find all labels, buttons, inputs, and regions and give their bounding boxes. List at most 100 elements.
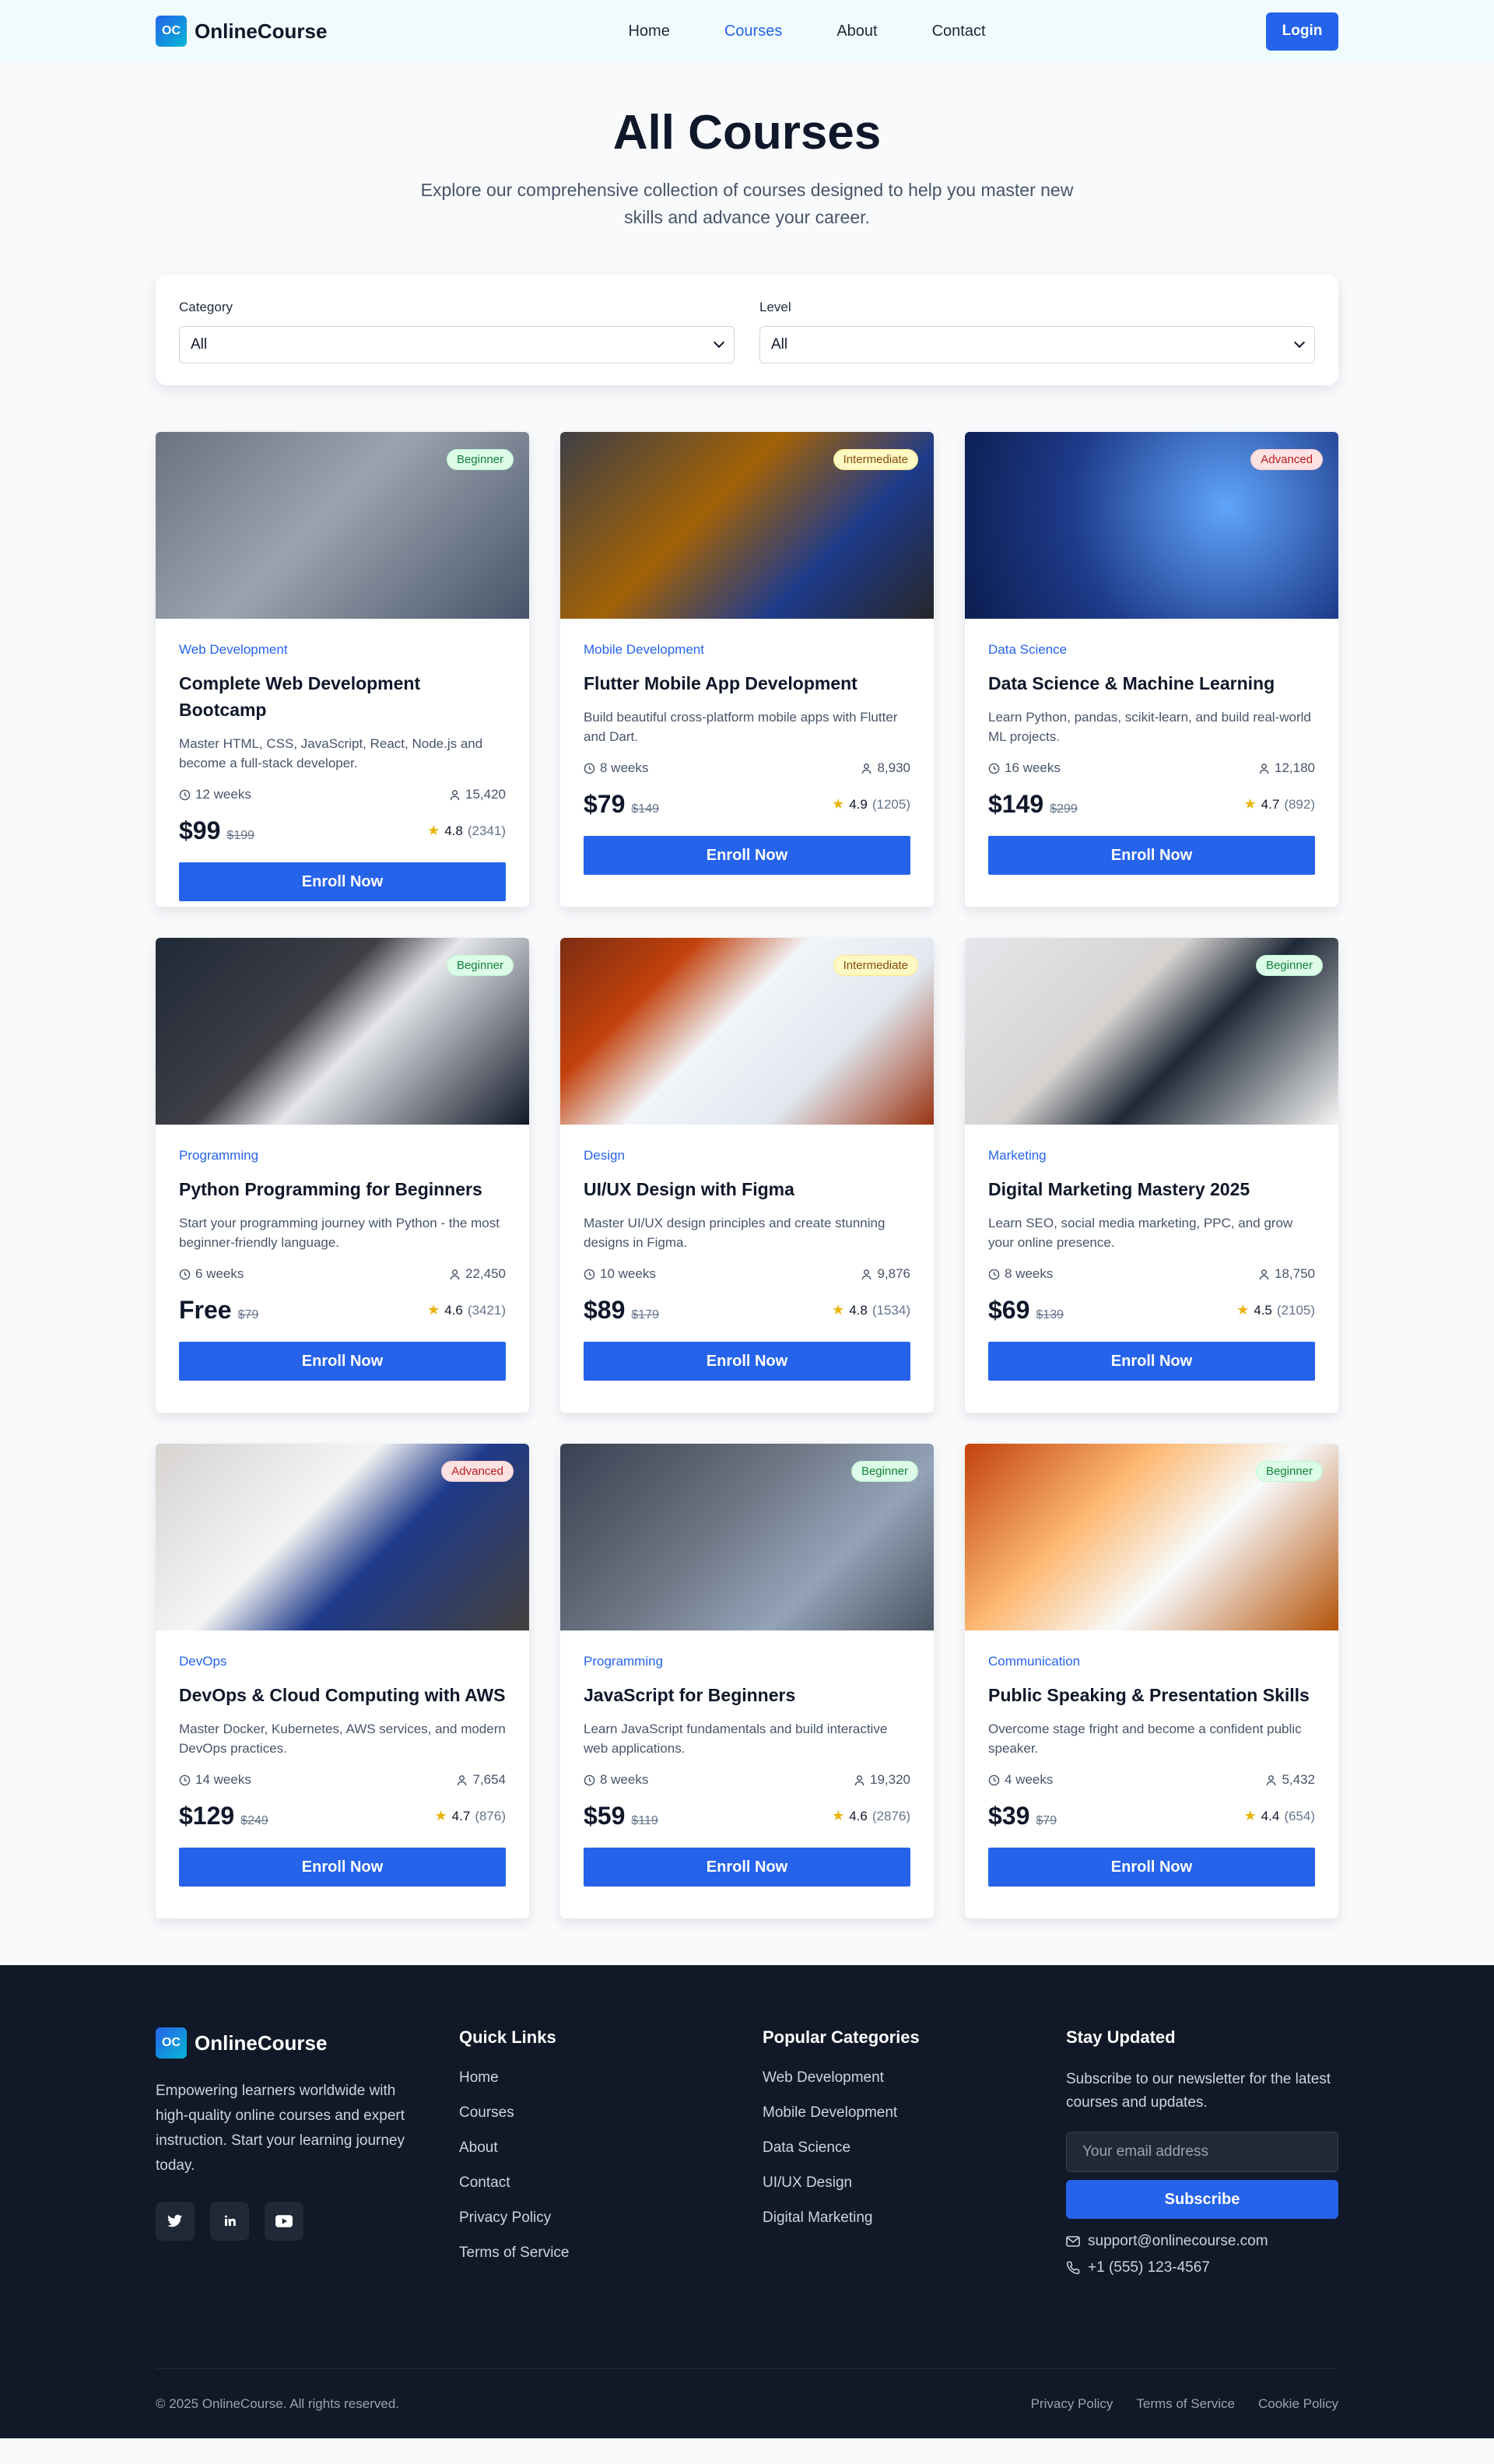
course-card[interactable]: Intermediate Mobile Development Flutter Mo… — [560, 432, 934, 907]
course-thumbnail[interactable]: Beginner — [965, 938, 1338, 1125]
star-icon: ★ — [427, 1302, 440, 1318]
course-thumbnail[interactable]: Beginner — [156, 938, 529, 1125]
linkedin-icon[interactable] — [210, 2202, 249, 2241]
course-rating: ★ 4.7 (876) — [435, 1808, 506, 1824]
students-count: 18,750 — [1275, 1266, 1315, 1282]
duration-text: 14 weeks — [195, 1772, 251, 1788]
price-row: $39 $79 ★ 4.4 (654) — [988, 1802, 1315, 1830]
course-meta: 10 weeks 9,876 — [584, 1266, 910, 1282]
duration-text: 8 weeks — [600, 760, 649, 776]
course-card[interactable]: Beginner Communication Public Speaking & P… — [965, 1444, 1338, 1919]
course-title[interactable]: UI/UX Design with Figma — [584, 1176, 910, 1202]
nav-home[interactable]: Home — [628, 23, 669, 40]
course-description: Start your programming journey with Pyth… — [179, 1216, 500, 1251]
clock-icon — [584, 1269, 595, 1279]
review-count: (654) — [1284, 1808, 1315, 1823]
footer-categories: Popular Categories Web Development Mobil… — [763, 2027, 1066, 2368]
enroll-button[interactable]: Enroll Now — [584, 836, 910, 876]
enroll-button[interactable]: Enroll Now — [179, 1848, 506, 1887]
youtube-icon[interactable] — [265, 2202, 303, 2241]
newsletter-email-input[interactable]: Your email address — [1066, 2132, 1338, 2173]
nav-contact[interactable]: Contact — [932, 23, 986, 40]
course-card[interactable]: Beginner Web Development Complete Web Deve… — [156, 432, 529, 907]
footer-link-about[interactable]: About — [459, 2138, 763, 2157]
footer-link-contact[interactable]: Contact — [459, 2173, 763, 2192]
students: 5,432 — [1265, 1772, 1315, 1788]
footer-logo[interactable]: OC OnlineCourse — [156, 2027, 459, 2059]
enroll-button[interactable]: Enroll Now — [179, 1342, 506, 1381]
legal-link-terms[interactable]: Terms of Service — [1136, 2396, 1235, 2412]
footer-category-link[interactable]: UI/UX Design — [763, 2173, 1066, 2192]
course-meta: 16 weeks 12,180 — [988, 760, 1315, 776]
course-meta: 8 weeks 8,930 — [584, 760, 910, 776]
students-count: 9,876 — [877, 1266, 910, 1282]
enroll-button[interactable]: Enroll Now — [179, 862, 506, 902]
course-price: $39 — [988, 1802, 1030, 1830]
level-select[interactable]: All — [759, 326, 1315, 364]
course-card[interactable]: Beginner Programming Python Programming fo… — [156, 938, 529, 1413]
level-badge: Advanced — [441, 1461, 514, 1483]
course-thumbnail[interactable]: Intermediate — [560, 432, 934, 620]
course-thumbnail[interactable]: Beginner — [156, 432, 529, 620]
footer-category-link[interactable]: Data Science — [763, 2138, 1066, 2157]
course-price: $89 — [584, 1296, 626, 1325]
footer-legal-links: Privacy Policy Terms of Service Cookie P… — [1031, 2396, 1338, 2412]
nav-about[interactable]: About — [836, 23, 877, 40]
legal-link-cookies[interactable]: Cookie Policy — [1258, 2396, 1338, 2412]
course-thumbnail[interactable]: Advanced — [156, 1444, 529, 1631]
nav-courses[interactable]: Courses — [724, 23, 782, 40]
login-button[interactable]: Login — [1266, 12, 1338, 51]
level-badge: Beginner — [1255, 955, 1323, 977]
footer-brand: OC OnlineCourse Empowering learners worl… — [156, 2027, 459, 2368]
course-thumbnail[interactable]: Advanced — [965, 432, 1338, 620]
course-title[interactable]: Digital Marketing Mastery 2025 — [988, 1176, 1315, 1202]
logo[interactable]: OC OnlineCourse — [156, 16, 327, 47]
course-thumbnail[interactable]: Intermediate — [560, 938, 934, 1125]
course-thumbnail[interactable]: Beginner — [965, 1444, 1338, 1631]
course-meta: 8 weeks 19,320 — [584, 1772, 910, 1788]
subscribe-button[interactable]: Subscribe — [1066, 2180, 1338, 2220]
course-price: $59 — [584, 1802, 626, 1830]
course-title[interactable]: Flutter Mobile App Development — [584, 670, 910, 697]
price-row: Free $79 ★ 4.6 (3421) — [179, 1296, 506, 1325]
footer-link-terms[interactable]: Terms of Service — [459, 2243, 763, 2262]
course-title[interactable]: Complete Web Development Bootcamp — [179, 670, 506, 723]
course-card[interactable]: Advanced DevOps DevOps & Cloud Computing w… — [156, 1444, 529, 1919]
footer-link-courses[interactable]: Courses — [459, 2103, 763, 2122]
course-thumbnail[interactable]: Beginner — [560, 1444, 934, 1631]
course-rating: ★ 4.6 (3421) — [427, 1302, 506, 1318]
main-content: All Courses Explore our comprehensive co… — [0, 62, 1494, 1919]
logo-text: OnlineCourse — [195, 19, 328, 43]
enroll-button[interactable]: Enroll Now — [584, 1848, 910, 1887]
enroll-button[interactable]: Enroll Now — [988, 1848, 1315, 1887]
course-card[interactable]: Advanced Data Science Data Science & Machi… — [965, 432, 1338, 907]
course-title[interactable]: DevOps & Cloud Computing with AWS — [179, 1682, 506, 1708]
footer-category-link[interactable]: Web Development — [763, 2068, 1066, 2087]
twitter-icon[interactable] — [156, 2202, 195, 2241]
footer-category-link[interactable]: Mobile Development — [763, 2103, 1066, 2122]
star-icon: ★ — [1243, 796, 1257, 813]
course-rating: ★ 4.8 (2341) — [427, 823, 506, 839]
legal-link-privacy[interactable]: Privacy Policy — [1031, 2396, 1113, 2412]
course-title[interactable]: Public Speaking & Presentation Skills — [988, 1682, 1315, 1708]
footer-category-link[interactable]: Digital Marketing — [763, 2208, 1066, 2227]
course-card[interactable]: Beginner Marketing Digital Marketing Maste… — [965, 938, 1338, 1413]
course-rating: ★ 4.8 (1534) — [832, 1302, 910, 1318]
course-card[interactable]: Beginner Programming JavaScript for Beginn… — [560, 1444, 934, 1919]
course-price: $69 — [988, 1296, 1030, 1325]
course-title[interactable]: JavaScript for Beginners — [584, 1682, 910, 1708]
course-title[interactable]: Python Programming for Beginners — [179, 1176, 506, 1202]
contact-email[interactable]: support@onlinecourse.com — [1066, 2233, 1338, 2250]
course-card[interactable]: Intermediate Design UI/UX Design with Figm… — [560, 938, 934, 1413]
course-title[interactable]: Data Science & Machine Learning — [988, 670, 1315, 697]
contact-phone[interactable]: +1 (555) 123-4567 — [1066, 2259, 1338, 2276]
footer-link-home[interactable]: Home — [459, 2068, 763, 2087]
enroll-button[interactable]: Enroll Now — [988, 836, 1315, 876]
footer-link-privacy[interactable]: Privacy Policy — [459, 2208, 763, 2227]
chevron-down-icon — [1293, 337, 1306, 349]
enroll-button[interactable]: Enroll Now — [584, 1342, 910, 1381]
review-count: (892) — [1284, 796, 1315, 812]
category-select[interactable]: All — [179, 326, 735, 364]
enroll-button[interactable]: Enroll Now — [988, 1342, 1315, 1381]
course-category: Communication — [988, 1654, 1081, 1669]
